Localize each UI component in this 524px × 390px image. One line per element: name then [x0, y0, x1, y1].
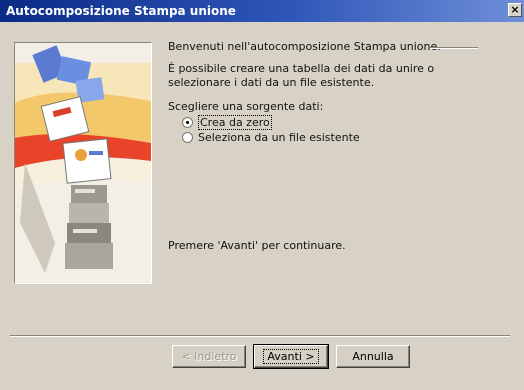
- title-bar: Autocomposizione Stampa unione ×: [0, 0, 524, 22]
- radio-button-selected[interactable]: [182, 117, 193, 128]
- description-text: È possibile creare una tabella dei dati …: [168, 62, 435, 89]
- radio-label-create-new: Crea da zero: [198, 115, 272, 130]
- radio-label-existing-file: Seleziona da un file esistente: [198, 131, 360, 144]
- window-title: Autocomposizione Stampa unione: [6, 4, 236, 18]
- radio-option-existing-file[interactable]: Seleziona da un file esistente: [182, 131, 360, 144]
- next-button[interactable]: Avanti >: [253, 344, 329, 369]
- continue-hint: Premere 'Avanti' per continuare.: [168, 239, 346, 252]
- back-button[interactable]: < Indietro: [172, 345, 246, 368]
- radio-option-create-new[interactable]: Crea da zero: [182, 115, 272, 130]
- button-separator: [10, 335, 510, 337]
- radio-button[interactable]: [182, 132, 193, 143]
- welcome-text: Benvenuti nell'autocomposizione Stampa u…: [168, 40, 441, 53]
- close-button[interactable]: ×: [508, 3, 522, 17]
- wizard-body: Benvenuti nell'autocomposizione Stampa u…: [0, 22, 524, 390]
- mail-merge-illustration: [15, 43, 151, 283]
- wizard-illustration: [14, 42, 152, 284]
- cancel-button[interactable]: Annulla: [336, 345, 410, 368]
- welcome-rule: [430, 47, 478, 49]
- next-button-label: Avanti >: [263, 349, 319, 364]
- choose-source-label: Scegliere una sorgente dati:: [168, 100, 324, 113]
